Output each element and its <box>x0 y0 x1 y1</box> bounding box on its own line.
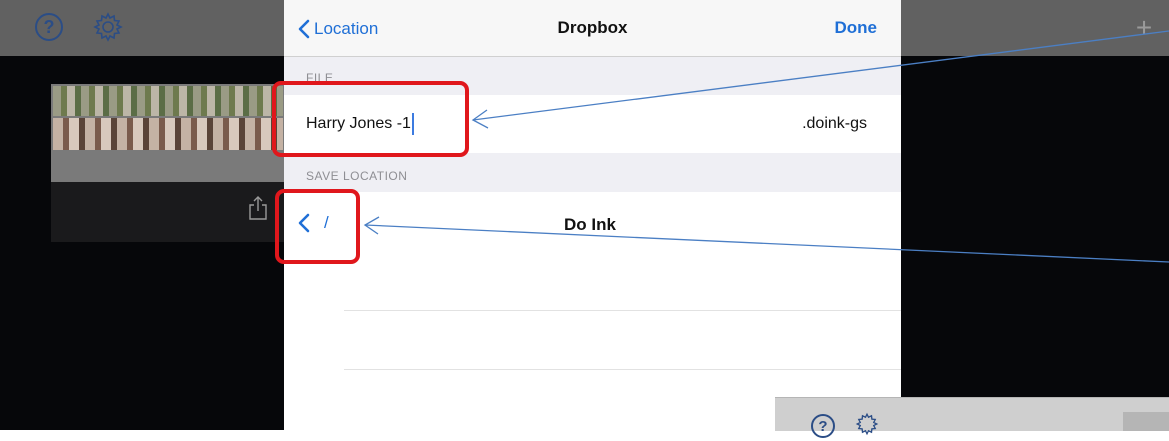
save-location-row: / Do Ink <box>284 193 901 255</box>
page-title: Dropbox <box>557 18 628 37</box>
secondary-screenshot: ? <box>775 397 1169 438</box>
list-divider <box>344 369 901 370</box>
add-icon[interactable]: + <box>1130 14 1158 42</box>
thumbnail-preview <box>51 84 284 182</box>
project-thumbnail[interactable] <box>51 84 284 242</box>
thumbnail-frames-row <box>53 118 283 150</box>
filename-highlight <box>272 81 469 157</box>
thumbnail-frames-row <box>53 86 283 116</box>
done-button[interactable]: Done <box>835 18 878 38</box>
navigation-bar: Location Dropbox Done <box>284 0 901 57</box>
help-icon[interactable]: ? <box>35 13 63 41</box>
share-icon[interactable] <box>248 196 268 220</box>
file-extension: .doink-gs <box>802 115 867 132</box>
folder-name: Do Ink <box>564 215 616 234</box>
gear-icon[interactable] <box>92 11 124 43</box>
save-sheet: Location Dropbox Done FILE Harry Jones -… <box>284 0 901 430</box>
gear-icon <box>855 412 879 436</box>
location-highlight <box>275 189 360 264</box>
help-icon: ? <box>811 414 835 438</box>
toolbar-button <box>1123 412 1169 431</box>
list-divider <box>344 310 901 311</box>
save-location-section-header: SAVE LOCATION <box>284 153 901 192</box>
